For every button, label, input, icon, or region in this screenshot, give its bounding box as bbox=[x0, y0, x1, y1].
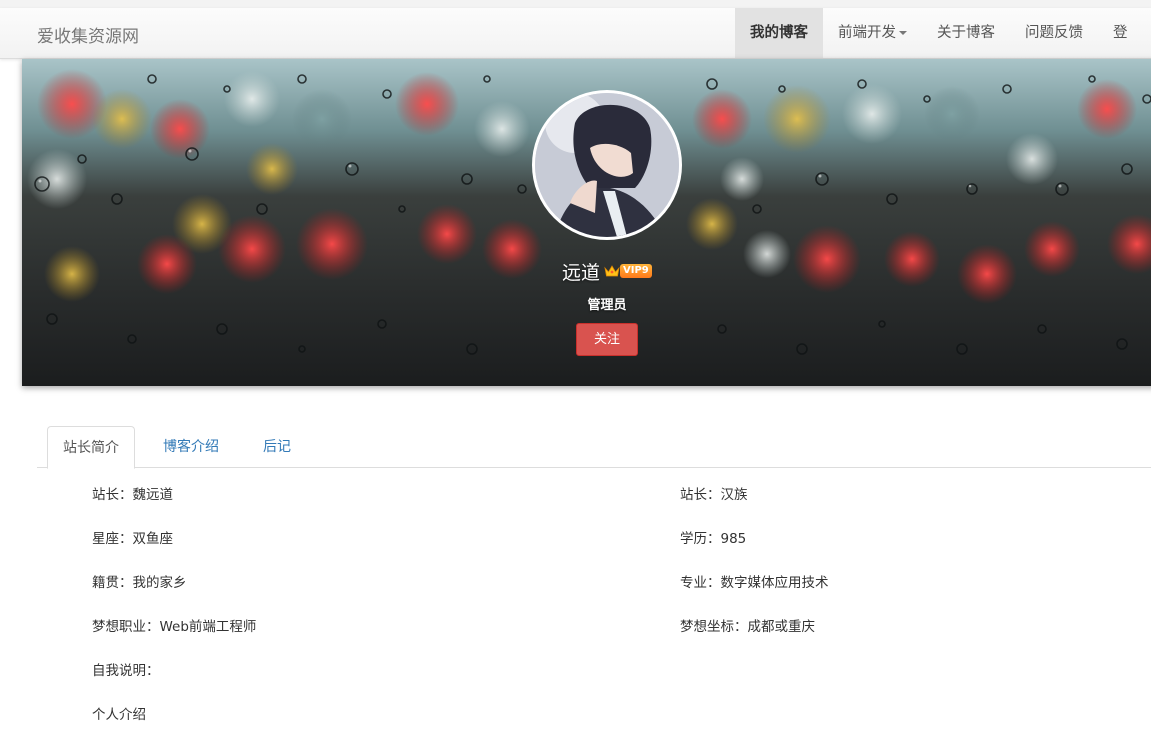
username: 远道 bbox=[562, 261, 601, 284]
nav-item-login[interactable]: 登 bbox=[1098, 8, 1128, 58]
info-dream-job: 梦想职业：Web前端工程师 bbox=[92, 619, 257, 635]
info-webmaster: 站长：魏远道 bbox=[92, 487, 173, 503]
info-major: 专业：数字媒体应用技术 bbox=[680, 575, 829, 591]
info-constellation: 星座：双鱼座 bbox=[92, 531, 173, 547]
profile-banner: 远道 VIP9 管理员 关注 bbox=[22, 59, 1151, 386]
vip-badge: VIP9 bbox=[620, 264, 652, 278]
crown-icon bbox=[604, 265, 620, 277]
username-row: 远道 VIP9 bbox=[562, 258, 652, 284]
nav-item-feedback[interactable]: 问题反馈 bbox=[1010, 8, 1098, 58]
info-dream-location: 梦想坐标：成都或重庆 bbox=[680, 619, 815, 635]
avatar-illustration bbox=[535, 93, 679, 237]
caret-down-icon bbox=[899, 31, 907, 35]
top-strip bbox=[0, 0, 1151, 8]
nav-item-frontend-label: 前端开发 bbox=[838, 25, 896, 41]
user-role: 管理员 bbox=[587, 298, 627, 313]
navbar: 爱收集资源网 我的博客 前端开发 关于博客 问题反馈 登 bbox=[0, 8, 1151, 59]
brand-logo[interactable]: 爱收集资源网 bbox=[37, 22, 139, 47]
tab-postscript[interactable]: 后记 bbox=[248, 426, 306, 468]
info-ethnicity: 站长：汉族 bbox=[680, 487, 748, 503]
info-self-description: 自我说明： bbox=[92, 663, 160, 679]
follow-button[interactable]: 关注 bbox=[576, 323, 638, 356]
profile-tabs: 站长简介 博客介绍 后记 bbox=[37, 426, 1151, 469]
nav-item-my-blog[interactable]: 我的博客 bbox=[735, 8, 823, 58]
nav-item-about[interactable]: 关于博客 bbox=[922, 8, 1010, 58]
nav-menu: 我的博客 前端开发 关于博客 问题反馈 登 bbox=[735, 8, 1128, 58]
info-personal-intro: 个人介绍 bbox=[92, 707, 146, 723]
nav-item-frontend[interactable]: 前端开发 bbox=[823, 8, 922, 58]
tab-webmaster-intro[interactable]: 站长简介 bbox=[47, 426, 135, 469]
info-education: 学历：985 bbox=[680, 531, 747, 547]
user-avatar[interactable] bbox=[532, 90, 682, 240]
info-hometown: 籍贯：我的家乡 bbox=[92, 575, 187, 591]
tab-blog-intro[interactable]: 博客介绍 bbox=[148, 426, 234, 468]
